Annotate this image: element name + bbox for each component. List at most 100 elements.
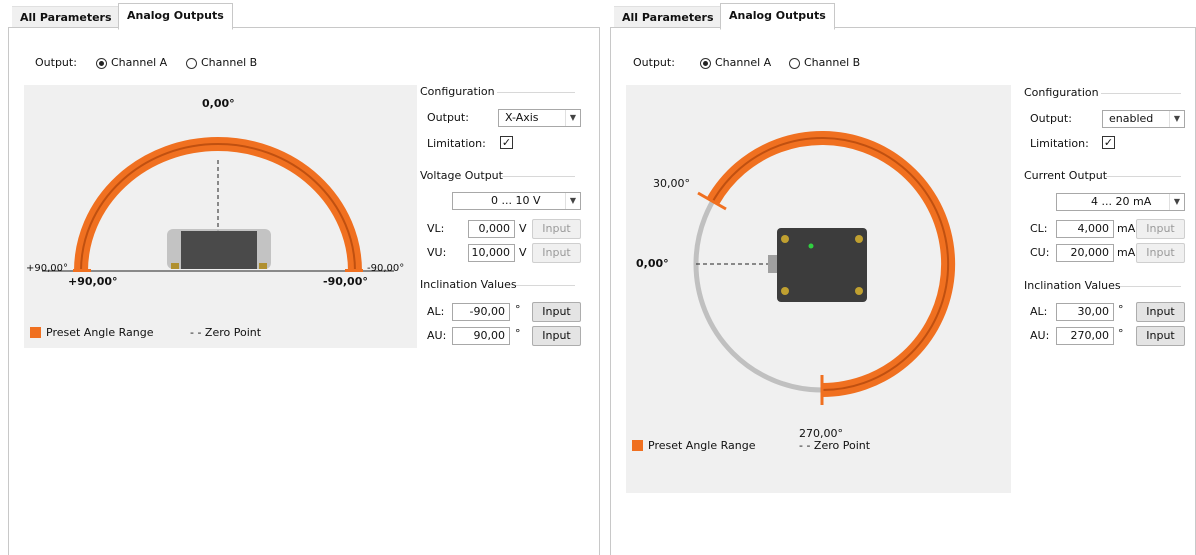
al-unit: °: [1118, 303, 1124, 316]
limitation-checkbox[interactable]: ✓: [500, 136, 513, 149]
cl-input-button[interactable]: Input: [1136, 219, 1185, 239]
legend-range-label: Preset Angle Range: [46, 326, 154, 339]
au-unit: °: [515, 327, 521, 340]
current-divider: [1106, 176, 1181, 177]
sensor-device-image: [768, 228, 867, 302]
limitation-label: Limitation:: [427, 137, 486, 150]
left-content-frame: Output: Channel A Channel B 0,00° +90,00…: [8, 27, 600, 555]
inclination-values-title: Inclination Values: [1024, 279, 1121, 292]
configuration-divider: [497, 92, 575, 93]
al-input-button[interactable]: Input: [1136, 302, 1185, 322]
cu-label: CU:: [1030, 246, 1050, 259]
tab-all-parameters[interactable]: All Parameters: [614, 6, 722, 28]
right-outer-angle-label: -90,00°: [367, 263, 405, 274]
channel-a-label[interactable]: Channel A: [111, 56, 167, 69]
cl-label: CL:: [1030, 222, 1048, 235]
config-output-label: Output:: [1030, 112, 1072, 125]
al-input[interactable]: 30,00: [1056, 303, 1114, 321]
config-output-select[interactable]: X-Axis ▼: [498, 109, 581, 127]
angle-diagram: [42, 137, 394, 272]
legend-range-swatch: [30, 327, 41, 338]
sensor-device-image: [167, 229, 271, 269]
configuration-title: Configuration: [1024, 86, 1099, 99]
right-panel: All Parameters Analog Outputs Output: Ch…: [602, 0, 1196, 555]
vl-label: VL:: [427, 222, 445, 235]
angle-visualization: 0,00° +90,00° +90,00° -90,00° -90,00° Pr…: [24, 85, 417, 348]
vl-input-button[interactable]: Input: [532, 219, 581, 239]
al-label: AL:: [1030, 305, 1048, 318]
au-unit: °: [1118, 327, 1124, 340]
au-input[interactable]: 270,00: [1056, 327, 1114, 345]
legend-range-swatch: [632, 440, 643, 451]
config-output-label: Output:: [427, 111, 469, 124]
limitation-label: Limitation:: [1030, 137, 1089, 150]
left-inner-angle-label: +90,00°: [68, 275, 118, 288]
vu-unit: V: [519, 246, 527, 259]
legend-zero-label: - - Zero Point: [799, 439, 871, 452]
right-inner-angle-label: -90,00°: [323, 275, 368, 288]
chevron-down-icon: ▼: [1169, 194, 1184, 210]
current-output-title: Current Output: [1024, 169, 1108, 182]
cl-input[interactable]: 4,000: [1056, 220, 1114, 238]
top-angle-label: 0,00°: [202, 97, 235, 110]
vl-input[interactable]: 0,000: [468, 220, 515, 238]
au-input-button[interactable]: Input: [1136, 326, 1185, 346]
left-outer-angle-label: +90,00°: [26, 263, 69, 274]
current-range-value: 4 ... 20 mA: [1091, 195, 1152, 208]
al-unit: °: [515, 303, 521, 316]
left-angle-label: 0,00°: [636, 257, 669, 270]
al-label: AL:: [427, 305, 445, 318]
inclination-values-title: Inclination Values: [420, 278, 517, 291]
channel-b-label[interactable]: Channel B: [201, 56, 257, 69]
channel-a-label[interactable]: Channel A: [715, 56, 771, 69]
au-label: AU:: [427, 329, 447, 342]
au-input-button[interactable]: Input: [532, 326, 581, 346]
tab-analog-outputs[interactable]: Analog Outputs: [720, 3, 835, 30]
au-input[interactable]: 90,00: [452, 327, 510, 345]
inclination-divider: [516, 285, 575, 286]
limitation-checkbox[interactable]: ✓: [1102, 136, 1115, 149]
vu-label: VU:: [427, 246, 447, 259]
cu-input[interactable]: 20,000: [1056, 244, 1114, 262]
channel-b-label[interactable]: Channel B: [804, 56, 860, 69]
angle-visualization: 30,00° 0,00° 270,00° Preset Angle Range …: [626, 85, 1011, 493]
arc-end-left: [73, 269, 91, 272]
current-range-select[interactable]: 4 ... 20 mA ▼: [1056, 193, 1185, 211]
configuration-title: Configuration: [420, 85, 495, 98]
output-label: Output:: [35, 56, 77, 69]
tab-analog-outputs[interactable]: Analog Outputs: [118, 3, 233, 30]
al-input[interactable]: -90,00: [452, 303, 510, 321]
config-output-value: enabled: [1109, 112, 1154, 125]
config-output-value: X-Axis: [505, 111, 539, 124]
radio-channel-a[interactable]: [96, 58, 107, 69]
tab-all-parameters[interactable]: All Parameters: [12, 6, 120, 28]
radio-channel-a[interactable]: [700, 58, 711, 69]
vu-input-button[interactable]: Input: [532, 243, 581, 263]
right-content-frame: Output: Channel A Channel B 30,00° 0,00°…: [610, 27, 1196, 555]
chevron-down-icon: ▼: [1169, 111, 1184, 127]
cl-unit: mA: [1117, 222, 1136, 235]
chevron-down-icon: ▼: [565, 193, 580, 209]
upper-angle-label: 30,00°: [653, 177, 690, 190]
legend-zero-label: - - Zero Point: [190, 326, 262, 339]
legend-range-label: Preset Angle Range: [648, 439, 756, 452]
config-output-select[interactable]: enabled ▼: [1102, 110, 1185, 128]
voltage-divider: [502, 176, 575, 177]
al-input-button[interactable]: Input: [532, 302, 581, 322]
configuration-divider: [1101, 93, 1181, 94]
au-label: AU:: [1030, 329, 1050, 342]
chevron-down-icon: ▼: [565, 110, 580, 126]
left-panel: All Parameters Analog Outputs Output: Ch…: [0, 0, 600, 555]
voltage-range-select[interactable]: 0 ... 10 V ▼: [452, 192, 581, 210]
radio-channel-b[interactable]: [789, 58, 800, 69]
vu-input[interactable]: 10,000: [468, 244, 515, 262]
output-label: Output:: [633, 56, 675, 69]
cu-unit: mA: [1117, 246, 1136, 259]
radio-channel-b[interactable]: [186, 58, 197, 69]
cu-input-button[interactable]: Input: [1136, 243, 1185, 263]
vl-unit: V: [519, 222, 527, 235]
right-tab-bar: All Parameters Analog Outputs: [602, 0, 1196, 30]
voltage-range-value: 0 ... 10 V: [491, 194, 541, 207]
left-tab-bar: All Parameters Analog Outputs: [0, 0, 600, 30]
arc-end-right: [345, 269, 363, 272]
